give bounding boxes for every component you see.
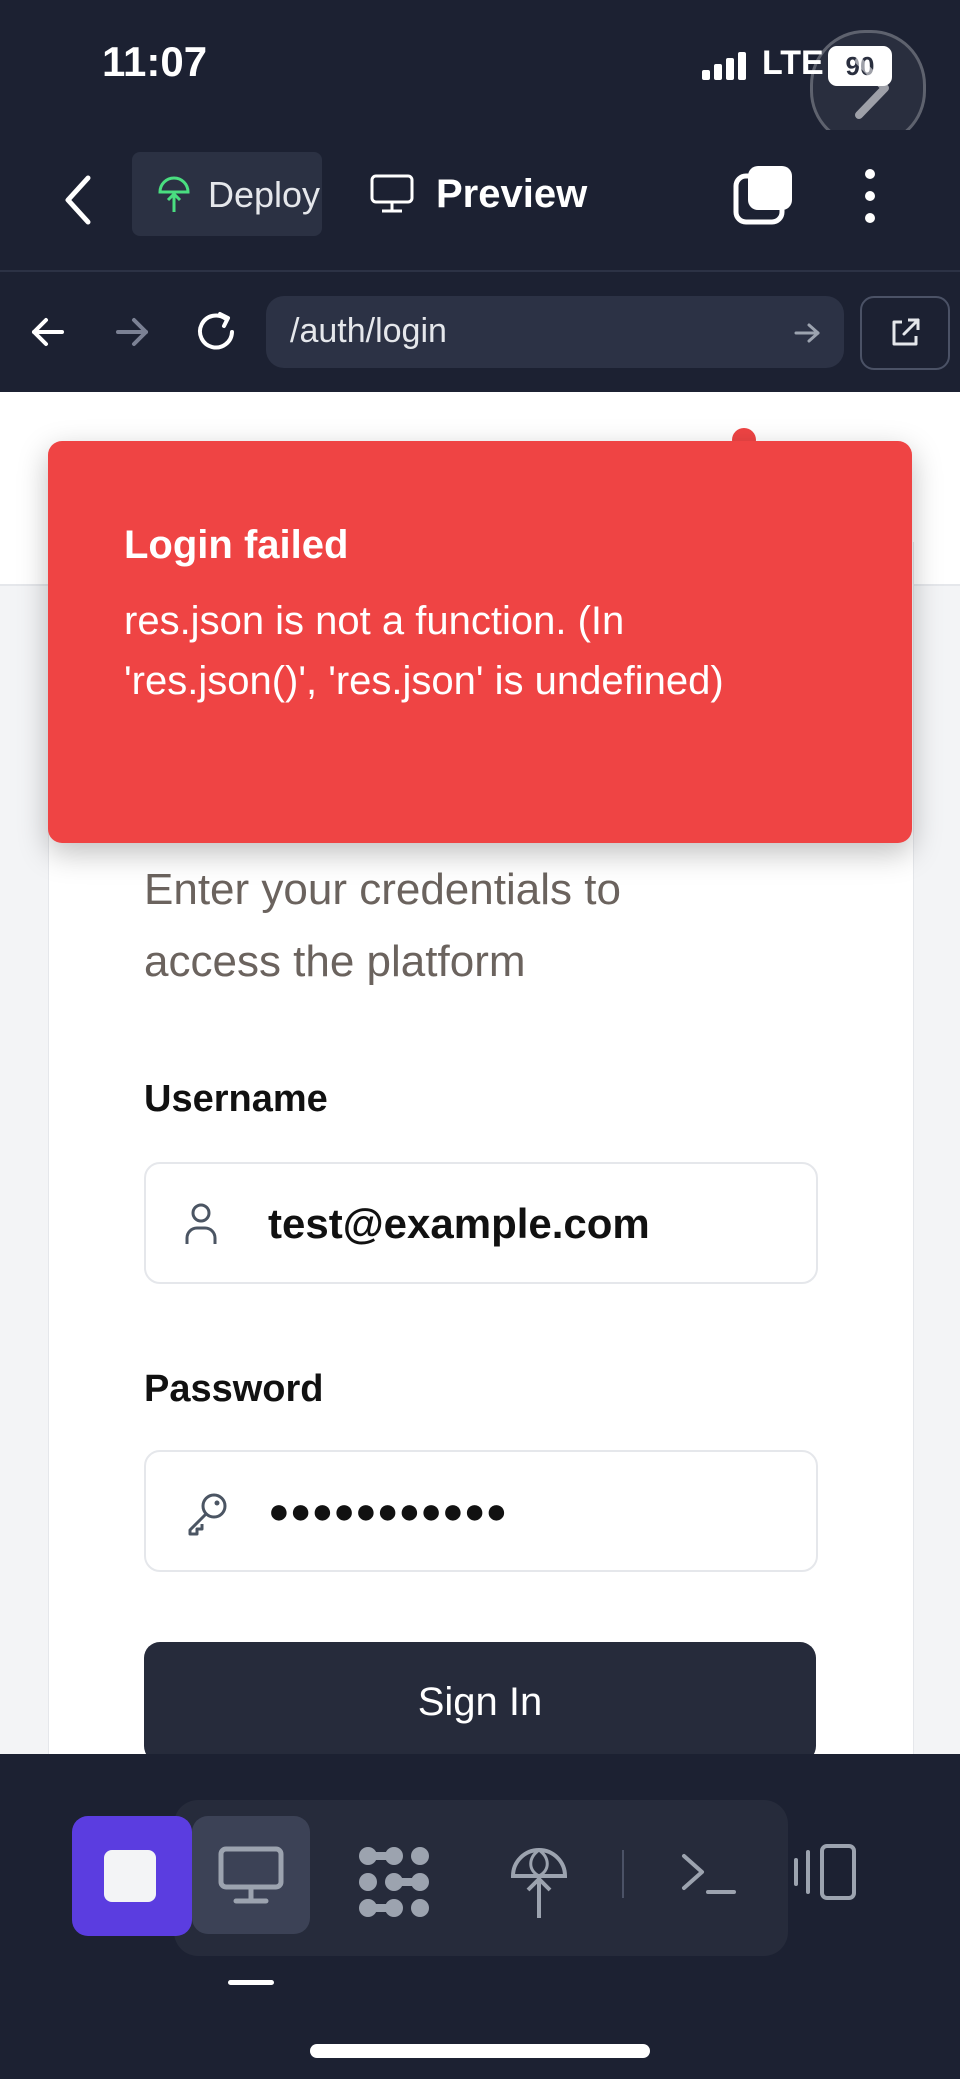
stop-icon — [104, 1850, 156, 1902]
copy-tabs-icon — [733, 166, 792, 225]
error-toast[interactable]: Login failed res.json is not a function.… — [48, 441, 912, 843]
username-value: test@example.com — [268, 1200, 650, 1247]
arrow-right-icon — [116, 318, 148, 346]
chevron-left-icon — [65, 175, 91, 225]
url-text: /auth/login — [290, 312, 447, 350]
back-button[interactable] — [58, 168, 98, 237]
password-label: Password — [144, 1368, 324, 1410]
password-field[interactable]: ●●●●●●●●●●● — [144, 1450, 818, 1572]
user-icon — [185, 1203, 217, 1244]
status-time: 11:07 — [102, 38, 208, 85]
stop-button[interactable] — [72, 1816, 192, 1936]
open-external-button[interactable] — [860, 296, 950, 370]
nav-layout-button[interactable] — [792, 1842, 864, 1907]
bottom-nav — [0, 1754, 960, 2079]
nav-apps-button[interactable] — [356, 1844, 432, 1925]
more-vertical-icon — [865, 169, 875, 223]
nav-preview-button[interactable] — [192, 1816, 310, 1934]
tabs-button[interactable] — [732, 162, 796, 231]
chevron-right-icon — [855, 57, 889, 119]
external-link-icon — [892, 318, 920, 346]
arrow-left-icon — [32, 318, 64, 346]
active-tab-indicator — [228, 1980, 274, 1985]
layout-icon — [794, 1844, 856, 1900]
url-input[interactable]: /auth/login — [266, 296, 844, 368]
dots-grid-icon — [359, 1847, 429, 1917]
deploy-icon — [158, 176, 190, 212]
login-subtitle: Enter your credentials to access the pla… — [144, 865, 621, 986]
sign-in-button[interactable]: Sign In — [144, 1642, 816, 1754]
monitor-icon — [218, 1846, 284, 1904]
tab-preview-label: Preview — [436, 172, 588, 216]
signal-icon — [702, 52, 750, 80]
address-bar: /auth/login — [0, 272, 960, 392]
nav-divider — [622, 1850, 624, 1898]
tab-deploy[interactable]: Deploy — [132, 152, 322, 236]
tab-deploy-label: Deploy — [208, 174, 321, 215]
toast-title: Login failed — [124, 523, 349, 567]
home-indicator — [310, 2044, 650, 2058]
status-bar: 11:07 LTE 90 — [0, 0, 960, 146]
deploy-icon — [510, 1848, 568, 1918]
nav-forward-button[interactable] — [112, 308, 152, 361]
password-value: ●●●●●●●●●●● — [268, 1490, 508, 1531]
nav-deploy-button[interactable] — [508, 1844, 570, 1925]
username-label: Username — [144, 1078, 328, 1120]
username-field[interactable]: test@example.com — [144, 1162, 818, 1284]
terminal-icon — [682, 1854, 736, 1894]
assistive-touch-button[interactable] — [810, 30, 926, 146]
nav-terminal-button[interactable] — [680, 1850, 738, 1903]
more-menu-button[interactable] — [852, 166, 888, 231]
reload-button[interactable] — [192, 308, 240, 361]
reload-icon — [198, 312, 234, 350]
toast-message: res.json is not a function. (In 'res.jso… — [124, 599, 724, 703]
top-toolbar: Deploy Preview — [0, 130, 960, 272]
monitor-icon — [370, 174, 414, 213]
key-icon — [188, 1493, 227, 1536]
nav-back-button[interactable] — [28, 308, 68, 361]
go-arrow-icon[interactable] — [792, 318, 822, 348]
